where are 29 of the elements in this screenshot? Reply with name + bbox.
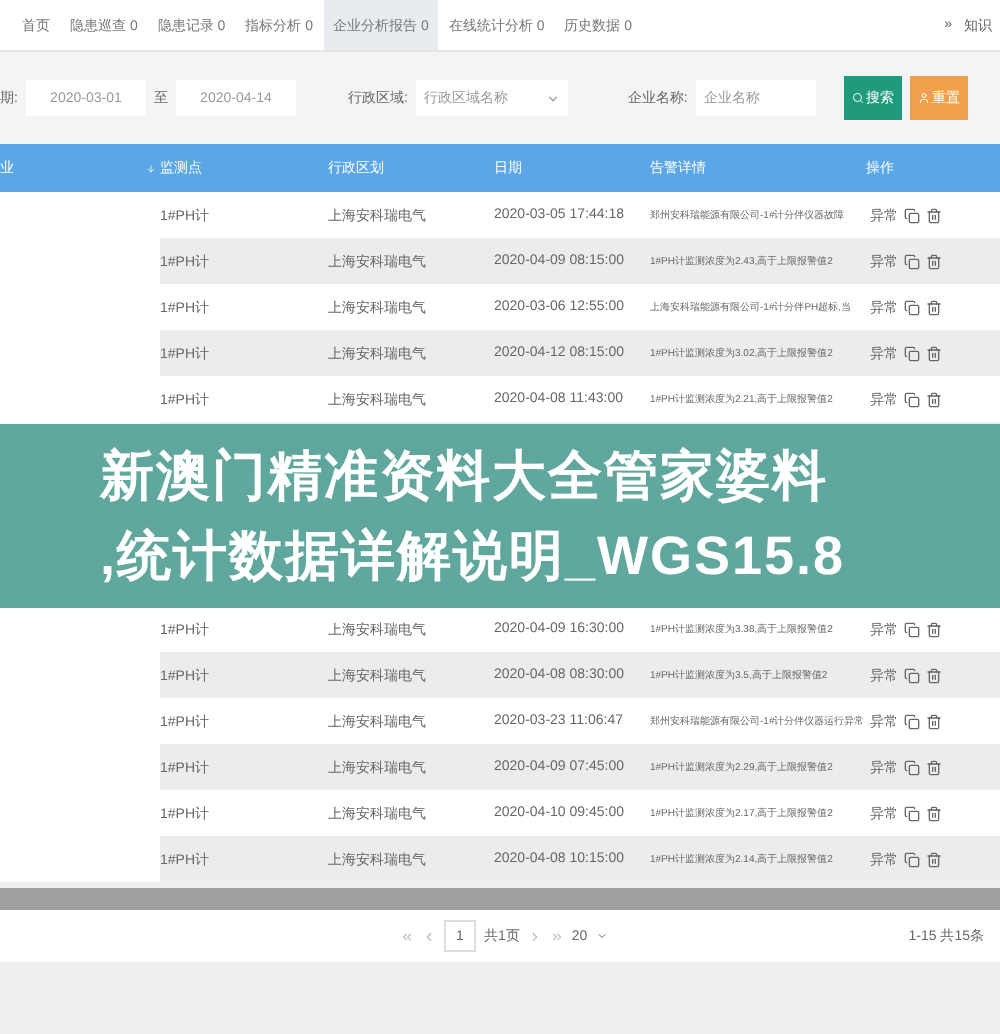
copy-icon[interactable] bbox=[904, 253, 920, 269]
copy-icon[interactable] bbox=[904, 851, 920, 867]
dropdown-caret-icon bbox=[545, 91, 560, 105]
delete-icon[interactable] bbox=[926, 851, 942, 867]
copy-icon[interactable] bbox=[904, 667, 920, 683]
delete-icon[interactable] bbox=[926, 713, 942, 729]
delete-icon[interactable] bbox=[926, 759, 942, 775]
scrollbar[interactable] bbox=[0, 888, 1000, 910]
copy-icon[interactable] bbox=[904, 713, 920, 729]
copy-icon[interactable] bbox=[904, 759, 920, 775]
copy-icon[interactable] bbox=[904, 391, 920, 407]
copy-icon[interactable] bbox=[904, 805, 920, 821]
delete-icon[interactable] bbox=[926, 621, 942, 637]
copy-icon[interactable] bbox=[904, 345, 920, 361]
search-icon bbox=[851, 92, 864, 104]
delete-icon[interactable] bbox=[926, 805, 942, 821]
copy-icon[interactable] bbox=[904, 299, 920, 315]
delete-icon[interactable] bbox=[926, 253, 942, 269]
copy-icon[interactable] bbox=[904, 207, 920, 223]
delete-icon[interactable] bbox=[926, 391, 942, 407]
delete-icon[interactable] bbox=[926, 207, 942, 223]
banner-title: 新澳门精准资料大全管家婆料 bbox=[100, 444, 830, 510]
copy-icon[interactable] bbox=[904, 621, 920, 637]
caret-icon bbox=[595, 930, 608, 942]
delete-icon[interactable] bbox=[926, 299, 942, 315]
delete-icon[interactable] bbox=[926, 345, 942, 361]
person-icon bbox=[917, 92, 930, 104]
delete-icon[interactable] bbox=[926, 667, 942, 683]
banner-title: ,统计数据详解说明_WGS15.8 bbox=[100, 524, 848, 590]
